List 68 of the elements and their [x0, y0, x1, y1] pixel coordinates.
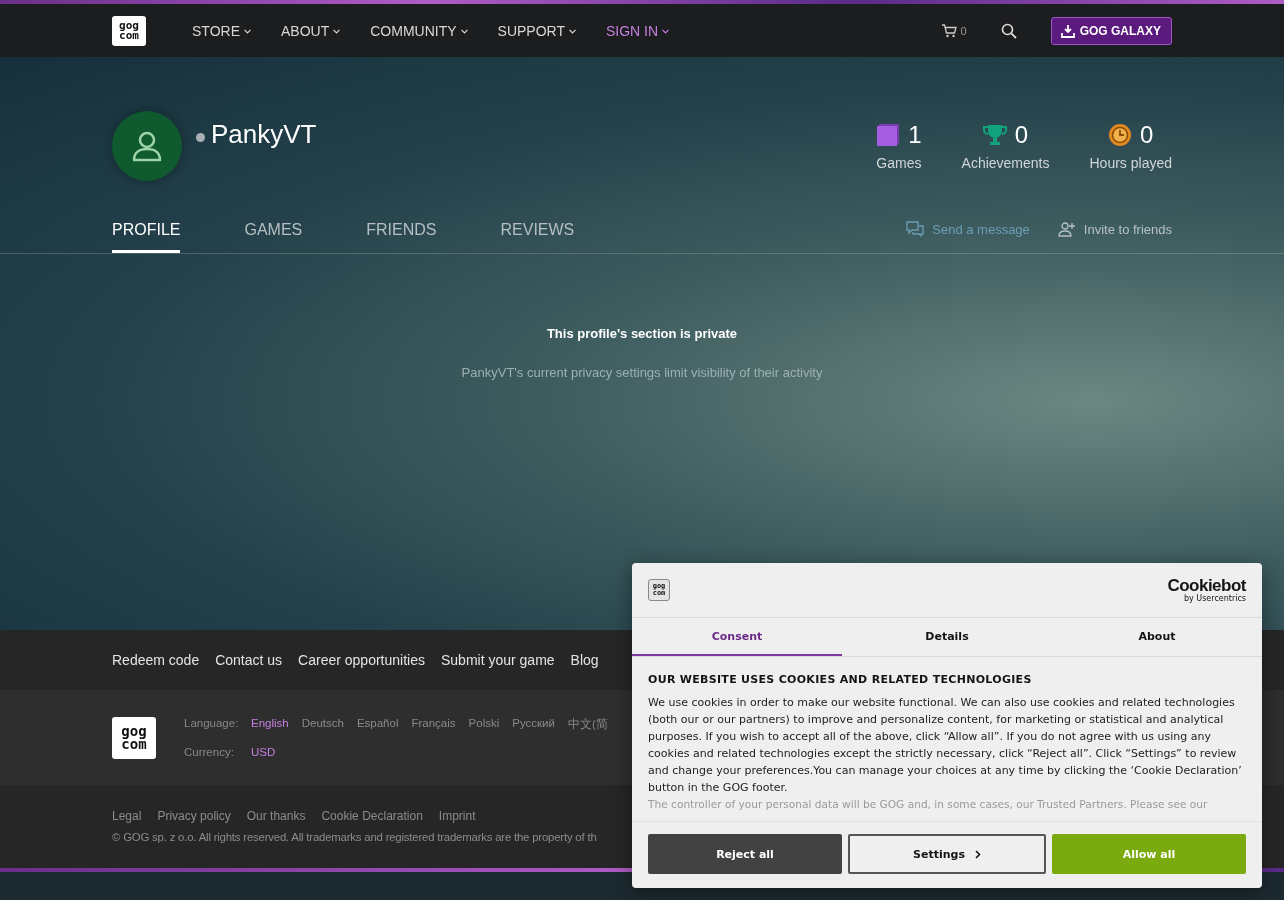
stat-value: 1	[908, 121, 922, 149]
currency-option[interactable]: USD	[251, 746, 276, 758]
username: PankyVT	[211, 119, 317, 150]
language-option[interactable]: Español	[356, 717, 399, 732]
footer-link[interactable]: Blog	[570, 652, 599, 668]
chat-bubbles-icon	[906, 221, 925, 237]
consent-button[interactable]: Reject all	[648, 834, 842, 874]
invite-link[interactable]: Invite to friends	[1057, 221, 1172, 237]
nav-menu-item[interactable]: SUPPORT	[497, 22, 576, 39]
copyright-text: © GOG sp. z o.o. All rights reserved. All trademarks and registered trademarks are the property of th	[112, 831, 598, 843]
profile-tab[interactable]: PROFILE	[112, 221, 181, 253]
gog-logo[interactable]: gog com	[112, 15, 146, 46]
private-notice-title: This profile's section is private	[545, 326, 739, 341]
legal-link[interactable]: Our thanks	[246, 809, 306, 823]
language-option[interactable]: 中文(简	[567, 717, 608, 732]
clock-icon	[1108, 123, 1133, 147]
consent-tab[interactable]: Consent	[632, 618, 842, 656]
add-user-icon	[1057, 221, 1076, 237]
language-option[interactable]: Polski	[468, 717, 500, 732]
stat-label: Hours played	[1089, 155, 1172, 171]
currency-label: Currency:	[184, 746, 235, 758]
nav-menu-item[interactable]: ABOUT	[281, 22, 341, 39]
legal-link[interactable]: Imprint	[438, 809, 476, 823]
legal-link[interactable]: Legal	[112, 809, 142, 823]
profile-tab[interactable]: FRIENDS	[366, 221, 437, 253]
profile-tab[interactable]: REVIEWS	[500, 221, 575, 253]
games-icon	[876, 123, 901, 147]
language-option[interactable]: English	[251, 717, 289, 732]
footer-link[interactable]: Contact us	[215, 652, 283, 668]
stat-value: 0	[1014, 121, 1029, 149]
chevron-right-icon	[974, 850, 981, 859]
chevron-down-icon	[460, 29, 468, 35]
nav-menu-item[interactable]: STORE	[192, 22, 251, 39]
cookie-text: The controller of your personal data will be GOG and, in some cases, our Trusted Partners. Please see our	[648, 797, 1209, 812]
search-icon[interactable]	[1000, 22, 1017, 39]
cookiebot-logo: Cookiebot	[1167, 577, 1246, 594]
nav-menu-item[interactable]: COMMUNITY	[370, 22, 468, 39]
download-icon	[1060, 23, 1075, 38]
cookiebot-tagline: by Usercentrics	[1183, 594, 1246, 603]
chevron-down-icon	[244, 29, 251, 35]
footer-link[interactable]: Redeem code	[112, 652, 200, 668]
chevron-down-icon	[333, 29, 341, 35]
cookie-heading: OUR WEBSITE USES COOKIES AND RELATED TECHNOLOGIES	[648, 673, 1033, 686]
cart-icon[interactable]	[940, 23, 957, 38]
legal-link[interactable]: Privacy policy	[157, 809, 231, 823]
consent-button[interactable]: Settings	[848, 834, 1046, 874]
stat-value: 0	[1140, 121, 1154, 149]
footer-link[interactable]: Career opportunities	[298, 652, 425, 668]
trophy-icon	[982, 123, 1007, 147]
chevron-down-icon	[662, 29, 670, 35]
stat-label: Games	[876, 155, 922, 171]
nav-menu-item[interactable]: SIGN IN	[606, 22, 670, 39]
language-option[interactable]: Deutsch	[301, 717, 344, 732]
footer-link[interactable]: Submit your game	[440, 652, 555, 668]
gog-galaxy-button[interactable]: GOG GALAXY	[1050, 16, 1172, 45]
stat-label: Achievements	[961, 155, 1050, 171]
gog-logo[interactable]: gog com	[112, 716, 156, 759]
private-notice-text: PankyVT's current privacy settings limit visibility of their activity	[460, 365, 824, 380]
profile-tab[interactable]: GAMES	[244, 221, 303, 253]
consent-tab[interactable]: Details	[842, 618, 1052, 656]
cookie-text: We use cookies in order to make our website functional. We can also use cookies and related technologies (both our or our partners) to improve and personalize content, for marketing or statistical and analytical purposes. If you wish to accept all of the above, click “Allow all”. If you do not agree with us using any cookies and related technologies except the strictly necessary, click “Reject all”. Click “Settings” to review and change your preferences.You can manage your choices at any time by clicking the ‘Cookie Declaration’ button in the GOG footer.	[648, 695, 1243, 796]
consent-tab[interactable]: About	[1052, 618, 1262, 656]
legal-link[interactable]: Cookie Declaration	[321, 809, 423, 823]
chevron-down-icon	[569, 29, 576, 35]
language-option[interactable]: Русский	[512, 717, 555, 732]
language-label: Language:	[184, 717, 238, 731]
cart-count: 0	[960, 24, 967, 37]
language-option[interactable]: Français	[411, 717, 456, 732]
